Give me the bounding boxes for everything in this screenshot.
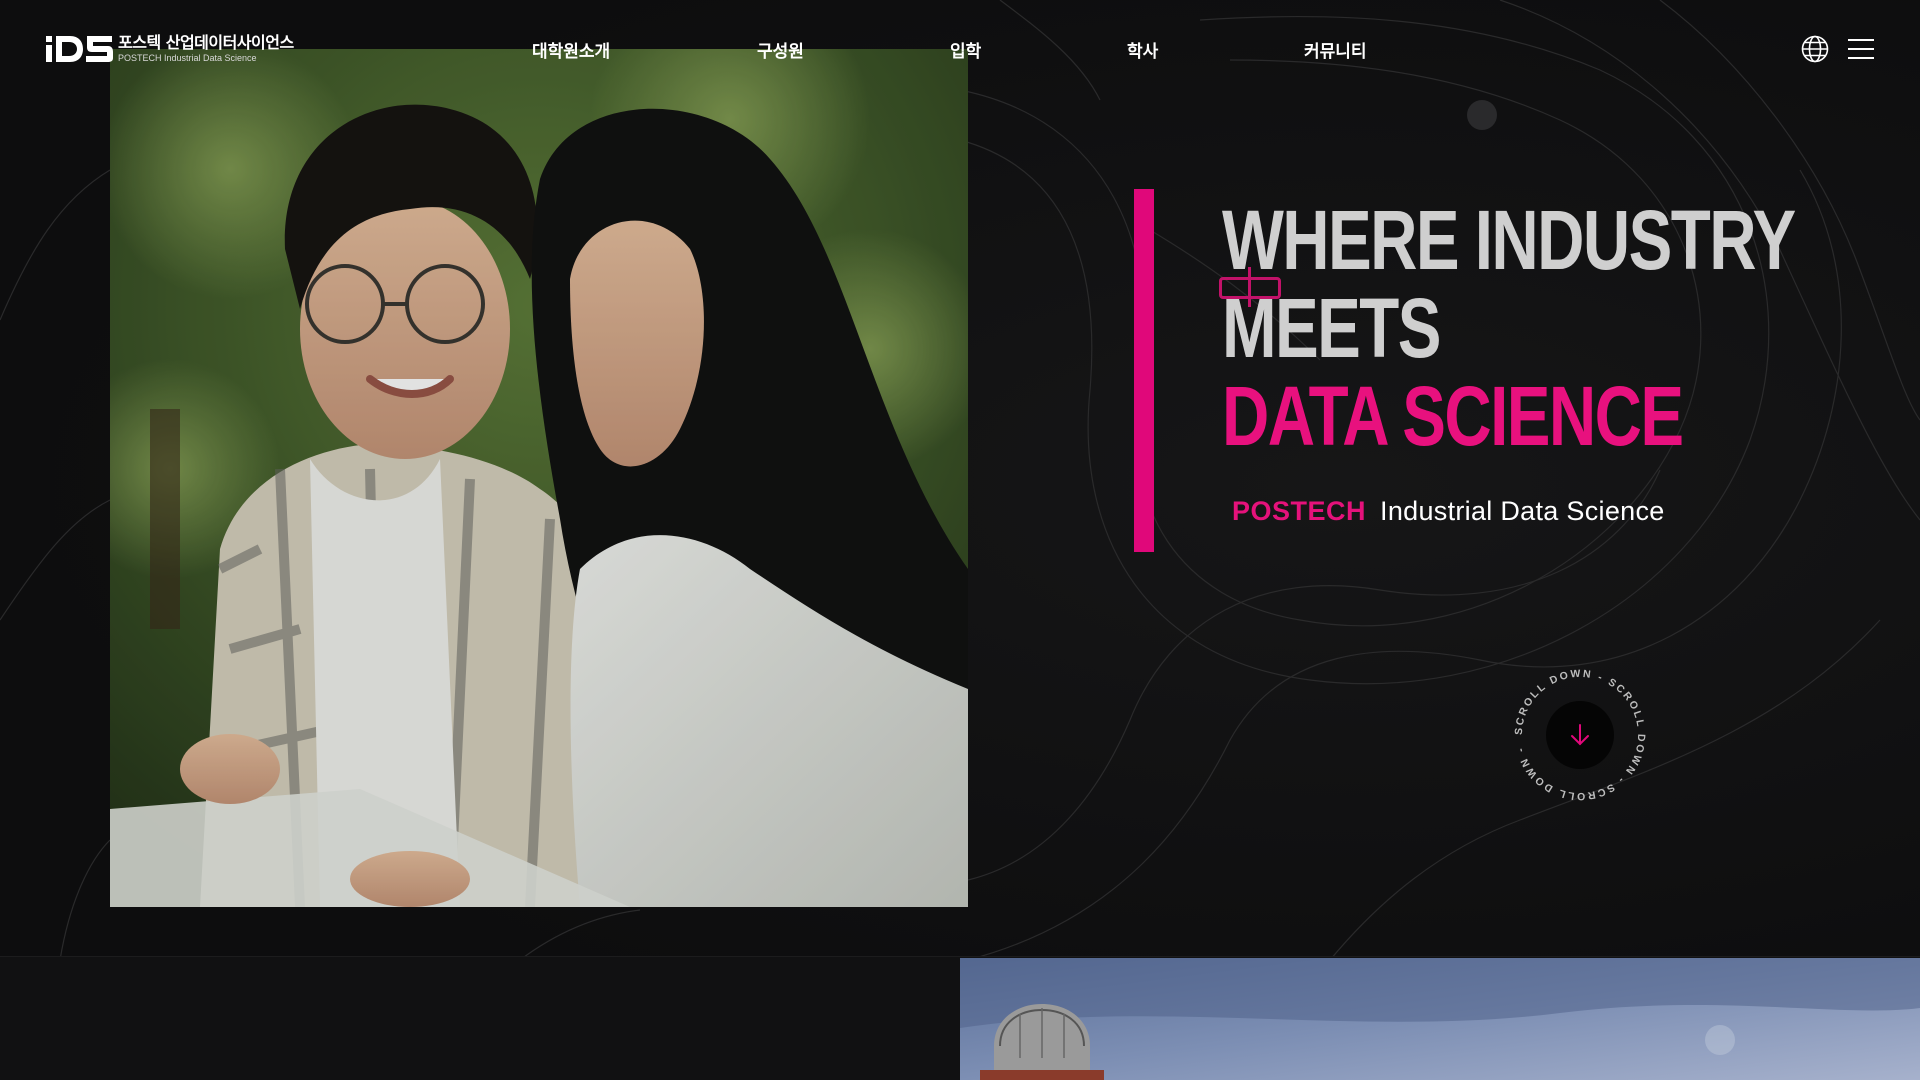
- globe-icon[interactable]: [1800, 34, 1830, 64]
- subtitle-program-name: Industrial Data Science: [1380, 496, 1665, 526]
- campus-photo: [960, 958, 1920, 1080]
- headline-line-2: MEETS: [1222, 281, 1441, 375]
- hero-accent-bar: [1134, 189, 1154, 552]
- hero-subtitle: POSTECH Industrial Data Science: [1232, 496, 1665, 527]
- ids-logo-mark: [46, 36, 113, 62]
- subtitle-brand: POSTECH: [1232, 496, 1367, 526]
- arrow-down-icon: [1571, 724, 1589, 746]
- nav-item-community[interactable]: 커뮤니티: [1304, 37, 1367, 62]
- crosshair-decoration-icon: [1219, 267, 1281, 307]
- hero-headline: WHERE INDUSTRY MEETS DATA SCIENCE: [1222, 193, 1796, 463]
- logo-korean-text: 포스텍 산업데이터사이언스: [118, 33, 294, 52]
- nav-item-members[interactable]: 구성원: [757, 37, 804, 62]
- headline-line-3: DATA SCIENCE: [1222, 369, 1684, 463]
- header-utilities: [1800, 34, 1874, 64]
- logo-wordmark: 포스텍 산업데이터사이언스 POSTECH Industrial Data Sc…: [118, 35, 294, 63]
- scroll-down-button[interactable]: SCROLL DOWN - SCROLL DOWN - SCROLL DOWN …: [1505, 660, 1655, 810]
- campus-photo-illustration: [960, 958, 1920, 1080]
- hero-photo-illustration: [110, 49, 968, 907]
- decorative-dot: [1467, 100, 1497, 130]
- scroll-down-circle[interactable]: [1546, 701, 1614, 769]
- site-logo[interactable]: 포스텍 산업데이터사이언스 POSTECH Industrial Data Sc…: [46, 34, 294, 64]
- logo-english-text: POSTECH Industrial Data Science: [118, 53, 257, 63]
- nav-item-admission[interactable]: 입학: [950, 37, 981, 62]
- site-header: 포스텍 산업데이터사이언스 POSTECH Industrial Data Sc…: [0, 0, 1920, 98]
- page: 포스텍 산업데이터사이언스 POSTECH Industrial Data Sc…: [0, 0, 1920, 1080]
- decorative-dot: [1705, 1025, 1735, 1055]
- nav-item-academics[interactable]: 학사: [1127, 37, 1158, 62]
- hamburger-menu-icon[interactable]: [1848, 38, 1874, 60]
- hero-photo: [110, 49, 968, 907]
- nav-item-about[interactable]: 대학원소개: [532, 37, 610, 62]
- headline-line-1: WHERE INDUSTRY: [1222, 193, 1796, 287]
